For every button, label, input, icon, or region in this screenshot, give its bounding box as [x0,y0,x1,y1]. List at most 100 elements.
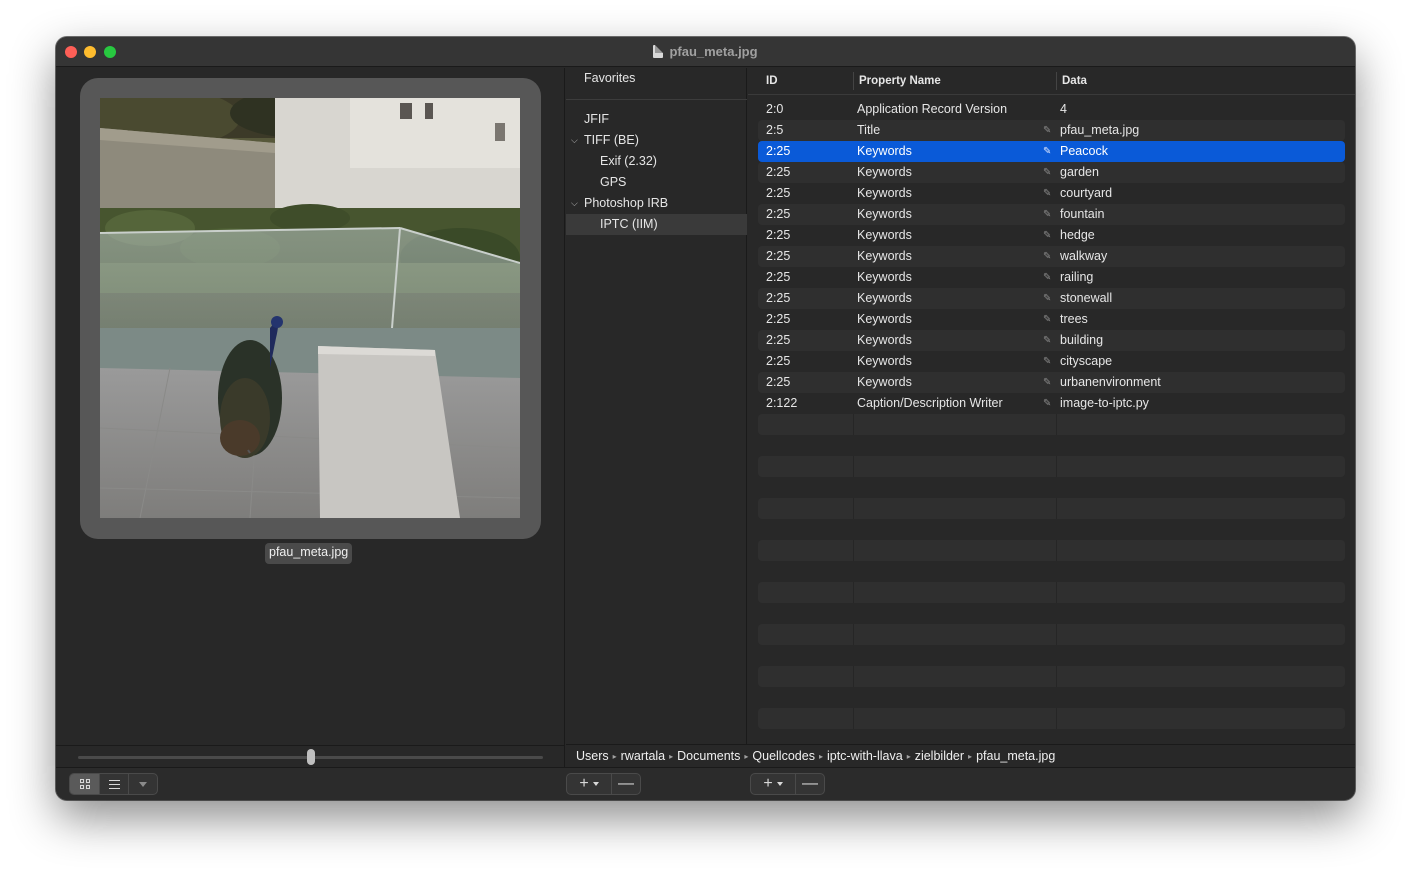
table-row[interactable]: 2:25 Keywords ✎ building [758,330,1345,351]
cell-data-value[interactable]: railing [1060,267,1093,288]
tree-item[interactable]: IPTC (IIM) [566,214,747,235]
pencil-icon: ✎ [1043,188,1052,199]
view-options-dropdown[interactable] [129,774,157,794]
column-separator[interactable] [1056,72,1057,90]
tree-item-label: Exif (2.32) [600,154,657,168]
tree-edit-controls: + — [566,773,641,795]
tree-item[interactable]: GPS [566,172,747,193]
column-divider [1056,540,1057,561]
cell-data-value[interactable]: fountain [1060,204,1104,225]
cell-data-value[interactable]: garden [1060,162,1099,183]
column-divider [1056,582,1057,603]
grid-view-button[interactable] [70,774,100,794]
tree-item-label: IPTC (IIM) [600,217,658,231]
table-row[interactable]: 2:25 Keywords ✎ stonewall [758,288,1345,309]
disclosure-chevron-icon[interactable]: ⌵ [571,130,578,151]
cell-data-value[interactable]: 4 [1060,99,1067,120]
cell-data-value[interactable]: trees [1060,309,1088,330]
empty-table-row [758,708,1345,729]
cell-data-value[interactable]: courtyard [1060,183,1112,204]
plus-icon: + [579,775,589,792]
column-header-id[interactable]: ID [766,68,778,94]
table-row[interactable]: 2:25 Keywords ✎ courtyard [758,183,1345,204]
thumbnail-size-slider-knob[interactable] [307,749,315,765]
column-divider [853,414,854,435]
pencil-icon: ✎ [1043,293,1052,304]
empty-table-row [758,414,1345,435]
property-add-button[interactable]: + [751,774,796,794]
cell-property-name: Application Record Version [857,102,1008,116]
column-divider [1056,666,1057,687]
table-row[interactable]: 2:0 Application Record Version 4 [758,99,1345,120]
tree-item[interactable]: ⌵ TIFF (BE) [566,130,747,151]
bottom-toolbar: + — + — [56,767,1355,800]
tree-remove-button[interactable]: — [612,774,640,794]
column-divider [853,456,854,477]
path-separator-icon: ▸ [744,752,749,761]
disclosure-chevron-icon[interactable]: ⌵ [571,193,578,214]
cell-data-value[interactable]: cityscape [1060,351,1112,372]
path-separator-icon: ▸ [968,752,973,761]
thumbnail-selection-frame[interactable] [80,78,541,539]
table-row[interactable]: 2:25 Keywords ✎ trees [758,309,1345,330]
cell-id: 2:122 [766,396,798,410]
table-row[interactable]: 2:25 Keywords ✎ garden [758,162,1345,183]
cell-data-value[interactable]: Peacock [1060,141,1108,162]
table-row[interactable]: 2:25 Keywords ✎ urbanenvironment [758,372,1345,393]
cell-data-value[interactable]: urbanenvironment [1060,372,1161,393]
cell-id: 2:25 [766,375,791,389]
cell-property-name: Keywords [857,249,912,263]
table-row[interactable]: 2:25 Keywords ✎ railing [758,267,1345,288]
table-row[interactable]: 2:25 Keywords ✎ fountain [758,204,1345,225]
thumbnail-filename-label[interactable]: pfau_meta.jpg [265,543,353,564]
minus-icon: — [802,775,818,792]
cell-data-value[interactable]: pfau_meta.jpg [1060,120,1139,141]
peacock-photo-thumbnail[interactable] [100,98,520,518]
path-separator-icon: ▸ [612,752,617,761]
path-segment[interactable]: Documents [677,749,740,763]
cell-property-name: Keywords [857,165,912,179]
table-row[interactable]: 2:5 Title ✎ pfau_meta.jpg [758,120,1345,141]
list-view-button[interactable] [100,774,129,794]
app-window: pfau_meta.jpg pfau_meta.jpg Favorites JF… [56,37,1355,800]
title-bar: pfau_meta.jpg [56,37,1355,67]
table-row[interactable]: 2:25 Keywords ✎ hedge [758,225,1345,246]
cell-id: 2:25 [766,270,791,284]
path-segment[interactable]: zielbilder [915,749,964,763]
property-remove-button[interactable]: — [796,774,824,794]
path-segment[interactable]: Quellcodes [752,749,815,763]
table-row[interactable]: 2:25 Keywords ✎ cityscape [758,351,1345,372]
tree-item[interactable]: Exif (2.32) [566,151,747,172]
table-row[interactable]: 2:25 Keywords ✎ walkway [758,246,1345,267]
table-row[interactable]: 2:25 Keywords ✎ Peacock [758,141,1345,162]
column-divider [853,498,854,519]
path-segment[interactable]: rwartala [621,749,665,763]
cell-data-value[interactable]: building [1060,330,1103,351]
cell-property-name: Caption/Description Writer [857,396,1003,410]
favorites-header[interactable]: Favorites [584,71,635,85]
cell-data-value[interactable]: stonewall [1060,288,1112,309]
cell-data-value[interactable]: walkway [1060,246,1107,267]
table-row[interactable]: 2:122 Caption/Description Writer ✎ image-to… [758,393,1345,414]
path-segment[interactable]: pfau_meta.jpg [976,749,1055,763]
column-header-data[interactable]: Data [1062,68,1087,94]
tree-add-button[interactable]: + [567,774,612,794]
cell-data-value[interactable]: hedge [1060,225,1095,246]
cell-property-name: Keywords [857,228,912,242]
column-header-property-name[interactable]: Property Name [859,68,941,94]
empty-table-row [758,666,1345,687]
document-icon [653,45,664,58]
path-segment[interactable]: Users [576,749,609,763]
chevron-down-icon [592,782,599,786]
metadata-tree-pane: Favorites JFIF ⌵ TIFF (BE) Exif (2.32) GPS ⌵ P… [566,68,747,744]
path-segment[interactable]: iptc-with-llava [827,749,903,763]
empty-table-row [758,624,1345,645]
view-mode-segmented-control [69,773,158,795]
cell-data-value[interactable]: image-to-iptc.py [1060,393,1149,414]
pencil-icon: ✎ [1043,125,1052,136]
cell-id: 2:25 [766,207,791,221]
tree-item[interactable]: ⌵ Photoshop IRB [566,193,747,214]
cell-id: 2:5 [766,123,784,137]
tree-item[interactable]: JFIF [566,109,747,130]
column-separator[interactable] [853,72,854,90]
